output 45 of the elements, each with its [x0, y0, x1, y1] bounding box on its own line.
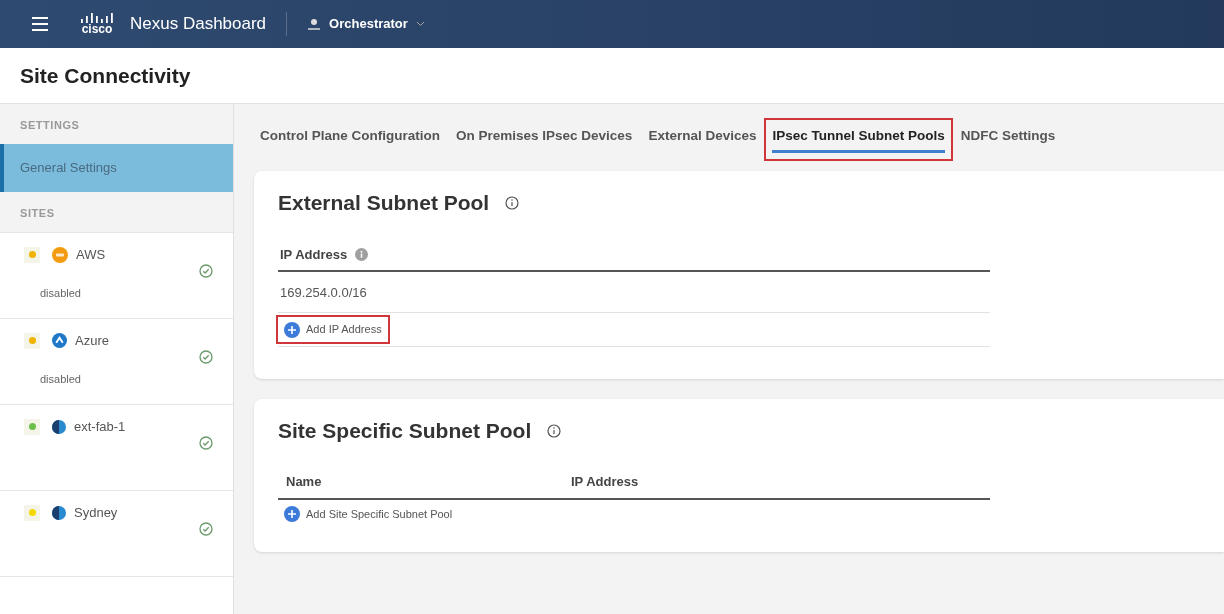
site-item[interactable]: Azure disabled — [0, 319, 233, 405]
column-header: IP Address — [280, 245, 348, 264]
info-icon[interactable] — [505, 196, 520, 210]
site-item[interactable]: ext-fab-1 — [0, 405, 233, 491]
check-circle-icon — [199, 350, 213, 364]
plus-circle-icon — [284, 321, 300, 338]
cloud-provider-icon — [52, 246, 68, 263]
add-button[interactable]: Add Site Specific Subnet Pool — [278, 501, 459, 527]
logo-bars-icon — [80, 13, 114, 23]
half-circle-icon — [52, 505, 66, 520]
menu-icon[interactable] — [32, 17, 48, 31]
tab[interactable]: External Devices — [642, 120, 763, 160]
cloud-provider-icon — [52, 333, 67, 349]
user-icon — [307, 18, 322, 30]
chevron-down-icon — [415, 21, 425, 27]
tab[interactable]: NDFC Settings — [954, 120, 1062, 160]
column-header: IP Address — [571, 473, 640, 492]
add-button[interactable]: Add IP Address — [278, 317, 388, 342]
site-item[interactable]: Sydney — [0, 491, 233, 577]
table-cell: 169.254.0.0/16 — [280, 285, 367, 301]
site-name: ext-fab-1 — [74, 418, 126, 436]
check-circle-icon — [199, 436, 213, 450]
site-status: disabled — [40, 285, 82, 301]
check-circle-icon — [199, 264, 213, 278]
section-heading: SETTINGS — [20, 119, 80, 131]
info-icon[interactable] — [547, 423, 562, 438]
card-title: Site Specific Subnet Pool — [278, 417, 532, 444]
site-name: Sydney — [74, 504, 118, 522]
site-name: AWS — [76, 246, 106, 264]
tab[interactable]: Control Plane Configuration — [254, 120, 446, 160]
plus-circle-icon — [284, 506, 300, 522]
half-circle-icon — [52, 419, 66, 434]
tab[interactable]: On Premises IPsec Devices — [450, 120, 639, 160]
site-name: Azure — [75, 332, 109, 350]
site-status: disabled — [40, 371, 82, 387]
logo-text: cisco — [81, 23, 113, 35]
card-title: External Subnet Pool — [278, 190, 490, 217]
site-item[interactable]: AWS disabled — [0, 233, 233, 319]
tab[interactable]: IPsec Tunnel Subnet Pools — [766, 120, 951, 160]
product-name: Nexus Dashboard — [130, 13, 267, 36]
column-header: Name — [286, 473, 323, 492]
page-title: Site Connectivity — [20, 62, 191, 89]
check-circle-icon — [199, 522, 213, 536]
app-switcher[interactable]: Orchestrator — [307, 14, 425, 34]
section-heading: SITES — [20, 207, 55, 219]
